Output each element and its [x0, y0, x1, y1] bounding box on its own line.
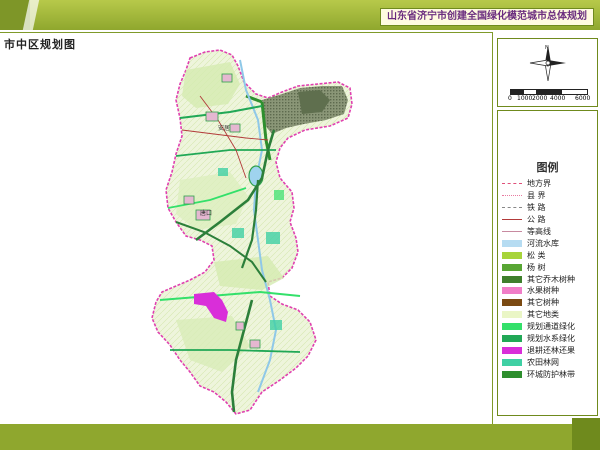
village-block [266, 232, 280, 244]
legend-color-swatch [502, 335, 522, 343]
legend-item-label: 其它树种 [527, 298, 559, 308]
legend-item-label: 铁 路 [527, 203, 546, 213]
legend-item-label: 其它乔木树种 [527, 274, 575, 284]
village-block [232, 228, 244, 238]
legend-item: 退耕还林还果 [502, 344, 595, 356]
legend-color-swatch [502, 263, 522, 271]
village-block [249, 339, 261, 349]
legend-item-label: 规划通道绿化 [527, 322, 575, 332]
legend-item: 杨 树 [502, 261, 595, 273]
legend-item-label: 地方界 [527, 179, 551, 189]
legend-item: 水果树种 [502, 285, 595, 297]
legend-item: 河流水库 [502, 237, 595, 249]
village-block [229, 123, 241, 133]
legend-color-swatch [502, 299, 522, 307]
legend-color-swatch [502, 239, 522, 247]
legend-panel: 图例 地方界县 界铁 路公 路等高线河流水库松 类杨 树其它乔木树种 水果树种其它… [497, 110, 598, 416]
legend-item: 公 路 [502, 214, 595, 226]
legend-item: 松 类 [502, 249, 595, 261]
legend-item-label: 水果树种 [527, 286, 559, 296]
legend-color-swatch [502, 346, 522, 354]
legend-line-symbol [502, 207, 522, 209]
header-corner-tab [0, 0, 30, 30]
scale-tick: 0 [508, 95, 512, 102]
village-block [235, 321, 245, 331]
legend-item: 其它地类 [502, 309, 595, 321]
legend-item: 县 界 [502, 190, 595, 202]
legend-item: 其它乔木树种 [502, 273, 595, 285]
district-map: 安居 唐口 [151, 49, 353, 415]
legend-line-symbol [502, 219, 522, 221]
legend-color-swatch [502, 358, 522, 366]
map-sheet: 山东省济宁市创建全国绿化模范城市总体规划 市中区规划图 安居 唐口 N 0 10… [0, 0, 600, 450]
village-block [218, 168, 228, 176]
village-block [221, 73, 233, 83]
legend-item-label: 农田林网 [527, 357, 559, 367]
legend-color-swatch [502, 251, 522, 259]
scale-tick: 1000 [517, 95, 533, 102]
reservoir [248, 165, 264, 187]
legend-item-label: 等高线 [527, 227, 551, 236]
footer-band [0, 424, 600, 450]
legend-line-symbol [502, 195, 522, 197]
scale-tick: 2000 [532, 95, 548, 102]
legend-item-label: 其它地类 [527, 310, 559, 320]
place-label: 唐口 [200, 209, 212, 217]
legend-color-swatch [502, 370, 522, 378]
legend-item: 铁 路 [502, 202, 595, 214]
legend-item: 等高线 [502, 226, 595, 238]
legend-line-symbol [502, 231, 522, 232]
plan-title: 山东省济宁市创建全国绿化模范城市总体规划 [380, 8, 594, 26]
village-block [183, 195, 195, 205]
compass-scale-panel: N 0 1000 2000 4000 6000 [497, 38, 598, 107]
scale-tick: 6000 [575, 95, 591, 102]
footer-corner-tab [572, 418, 600, 450]
legend-color-swatch [502, 275, 522, 283]
legend-item-label: 杨 树 [527, 262, 546, 272]
scale-tick: 4000 [550, 95, 566, 102]
legend-item: 规划水系绿化 [502, 333, 595, 345]
village-block [274, 190, 284, 200]
legend-line-symbol [502, 183, 522, 185]
legend-list: 地方界县 界铁 路公 路等高线河流水库松 类杨 树其它乔木树种 水果树种其它树种其… [502, 178, 595, 380]
legend-item: 环城防护林带 [502, 368, 595, 380]
legend-item-label: 县 界 [527, 191, 546, 201]
north-label: N [545, 45, 549, 51]
village-block [270, 320, 282, 330]
legend-item: 农田林网 [502, 356, 595, 368]
legend-color-swatch [502, 287, 522, 295]
legend-item-label: 规划水系绿化 [527, 334, 575, 344]
legend-item: 规划通道绿化 [502, 321, 595, 333]
legend-item-label: 公 路 [527, 215, 546, 225]
legend-title: 图例 [536, 161, 559, 174]
village-block [205, 111, 219, 122]
place-label: 安居 [218, 124, 230, 132]
legend-item: 其它树种 [502, 297, 595, 309]
legend-item-label: 松 类 [527, 250, 546, 260]
legend-color-swatch [502, 311, 522, 319]
legend-item-label: 退耕还林还果 [527, 345, 575, 355]
legend-color-swatch [502, 323, 522, 331]
legend-item: 地方界 [502, 178, 595, 190]
legend-item-label: 河流水库 [527, 238, 559, 248]
legend-item-label: 环城防护林带 [527, 369, 575, 379]
